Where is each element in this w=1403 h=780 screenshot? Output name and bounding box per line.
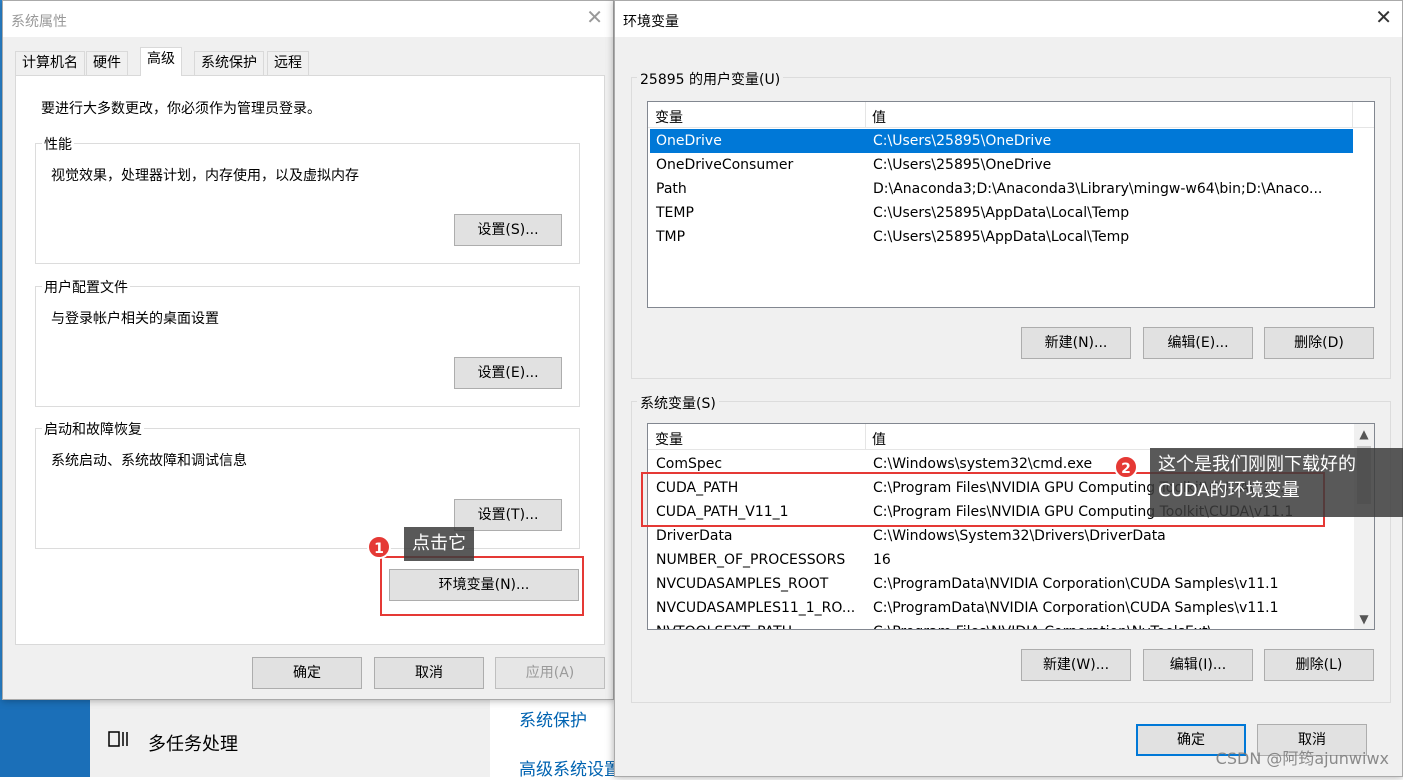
column-divider[interactable] [865, 102, 866, 128]
variable-value: C:\Windows\System32\Drivers\DriverData [873, 528, 1166, 544]
performance-group: 性能 视觉效果，处理器计划，内存使用，以及虚拟内存 设置(S)... [35, 134, 580, 264]
column-header-value[interactable]: 值 [872, 429, 886, 449]
apply-button[interactable]: 应用(A) [495, 657, 605, 689]
variable-name: DriverData [656, 528, 733, 544]
callout-cuda-env: 这个是我们刚刚下载好的 CUDA的环境变量 [1150, 448, 1403, 517]
system-edit-button[interactable]: 编辑(I)... [1143, 649, 1253, 681]
user-edit-button[interactable]: 编辑(E)... [1143, 327, 1253, 359]
list-header: 变量 值 [648, 102, 1374, 128]
group-description: 视觉效果，处理器计划，内存使用，以及虚拟内存 [51, 168, 359, 184]
tab-remote[interactable]: 远程 [267, 51, 309, 75]
variable-value: 16 [873, 552, 891, 568]
performance-settings-button[interactable]: 设置(S)... [454, 214, 562, 246]
close-icon[interactable]: ✕ [586, 7, 603, 27]
watermark: CSDN @阿筠ajunwiwx [1215, 749, 1389, 768]
variable-name: NUMBER_OF_PROCESSORS [656, 552, 846, 568]
callout-line: CUDA的环境变量 [1158, 480, 1300, 501]
variable-value: D:\Anaconda3;D:\Anaconda3\Library\mingw-… [873, 181, 1323, 197]
close-icon[interactable]: ✕ [1375, 7, 1392, 27]
callout-click-it: 点击它 [404, 527, 474, 561]
scroll-down-icon[interactable]: ▼ [1354, 609, 1374, 629]
table-row[interactable]: OneDrive C:\Users\25895\OneDrive [650, 129, 1353, 153]
variable-value: C:\Program Files\NVIDIA Corporation\NvTo… [873, 620, 1212, 629]
table-row[interactable]: NVCUDASAMPLES_ROOT C:\ProgramData\NVIDIA… [650, 572, 1353, 596]
variable-name: Path [656, 181, 687, 197]
table-row[interactable]: NVTOOLSEXT_PATH C:\Program Files\NVIDIA … [650, 620, 1353, 629]
advanced-system-settings-link[interactable]: 高级系统设置 [519, 755, 621, 780]
user-variables-list[interactable]: 变量 值 OneDrive C:\Users\25895\OneDrive On… [647, 101, 1375, 308]
variable-name: OneDrive [656, 133, 722, 149]
system-delete-button[interactable]: 删除(L) [1264, 649, 1374, 681]
system-variables-label: 系统变量(S) [637, 393, 719, 413]
table-row[interactable]: DriverData C:\Windows\System32\Drivers\D… [650, 524, 1353, 548]
group-legend: 性能 [42, 134, 74, 154]
tab-hardware[interactable]: 硬件 [86, 51, 128, 75]
tab-system-protection[interactable]: 系统保护 [194, 51, 264, 75]
group-description: 与登录帐户相关的桌面设置 [51, 311, 219, 327]
multitask-icon [108, 731, 128, 747]
dialog-title: 系统属性 [11, 14, 67, 30]
title-bar: 系统属性 ✕ [3, 1, 613, 37]
variable-value: C:\Users\25895\AppData\Local\Temp [873, 229, 1130, 245]
variable-name: TMP [656, 229, 686, 245]
variable-name: TEMP [656, 205, 694, 221]
table-row[interactable]: Path D:\Anaconda3;D:\Anaconda3\Library\m… [650, 177, 1353, 201]
table-row[interactable]: TMP C:\Users\25895\AppData\Local\Temp [650, 225, 1353, 249]
column-header-variable[interactable]: 变量 [655, 107, 683, 127]
step-badge-2: 2 [1114, 455, 1138, 479]
table-row[interactable]: TEMP C:\Users\25895\AppData\Local\Temp [650, 201, 1353, 225]
multitask-nav-item[interactable]: 多任务处理 [148, 730, 238, 756]
column-divider[interactable] [1352, 102, 1353, 128]
step-badge-1: 1 [367, 535, 391, 559]
settings-nav-strip [0, 700, 90, 777]
user-variables-label: 25895 的用户变量(U) [637, 69, 784, 89]
variable-value: C:\Users\25895\OneDrive [873, 133, 1052, 149]
ok-button[interactable]: 确定 [252, 657, 362, 689]
variable-name: NVTOOLSEXT_PATH [656, 620, 792, 629]
group-description: 系统启动、系统故障和调试信息 [51, 453, 247, 469]
startup-recovery-group: 启动和故障恢复 系统启动、系统故障和调试信息 设置(T)... [35, 419, 580, 549]
title-bar: 环境变量 ✕ [615, 1, 1402, 37]
variable-name: NVCUDASAMPLES11_1_RO... [656, 600, 856, 616]
column-header-variable[interactable]: 变量 [655, 429, 683, 449]
system-protection-link[interactable]: 系统保护 [519, 706, 587, 731]
tab-computer-name[interactable]: 计算机名 [15, 51, 85, 75]
user-profiles-group: 用户配置文件 与登录帐户相关的桌面设置 设置(E)... [35, 277, 580, 407]
table-row[interactable]: NUMBER_OF_PROCESSORS 16 [650, 548, 1353, 572]
dialog-title: 环境变量 [623, 14, 679, 30]
variable-value: C:\Users\25895\OneDrive [873, 157, 1052, 173]
highlight-box-env-button [380, 556, 584, 616]
system-new-button[interactable]: 新建(W)... [1021, 649, 1131, 681]
column-divider[interactable] [865, 424, 866, 450]
callout-line: 这个是我们刚刚下载好的 [1158, 454, 1356, 475]
table-row[interactable]: OneDriveConsumer C:\Users\25895\OneDrive [650, 153, 1353, 177]
tab-advanced[interactable]: 高级 [140, 47, 182, 76]
variable-name: OneDriveConsumer [656, 157, 794, 173]
environment-variables-dialog: 环境变量 ✕ 25895 的用户变量(U) 变量 值 OneDrive C:\U… [614, 0, 1403, 777]
user-delete-button[interactable]: 删除(D) [1264, 327, 1374, 359]
variable-value: C:\Users\25895\AppData\Local\Temp [873, 205, 1130, 221]
variable-name: NVCUDASAMPLES_ROOT [656, 576, 829, 592]
variable-value: C:\ProgramData\NVIDIA Corporation\CUDA S… [873, 600, 1279, 616]
cancel-button[interactable]: 取消 [374, 657, 484, 689]
user-new-button[interactable]: 新建(N)... [1021, 327, 1131, 359]
column-header-value[interactable]: 值 [872, 107, 886, 127]
table-row[interactable]: NVCUDASAMPLES11_1_RO... C:\ProgramData\N… [650, 596, 1353, 620]
scroll-up-icon[interactable]: ▲ [1354, 424, 1374, 444]
group-legend: 启动和故障恢复 [42, 419, 144, 439]
group-legend: 用户配置文件 [42, 277, 130, 297]
variable-value: C:\ProgramData\NVIDIA Corporation\CUDA S… [873, 576, 1279, 592]
admin-note: 要进行大多数更改，你必须作为管理员登录。 [41, 101, 321, 117]
user-profiles-settings-button[interactable]: 设置(E)... [454, 357, 562, 389]
list-header: 变量 值 [648, 424, 1374, 450]
